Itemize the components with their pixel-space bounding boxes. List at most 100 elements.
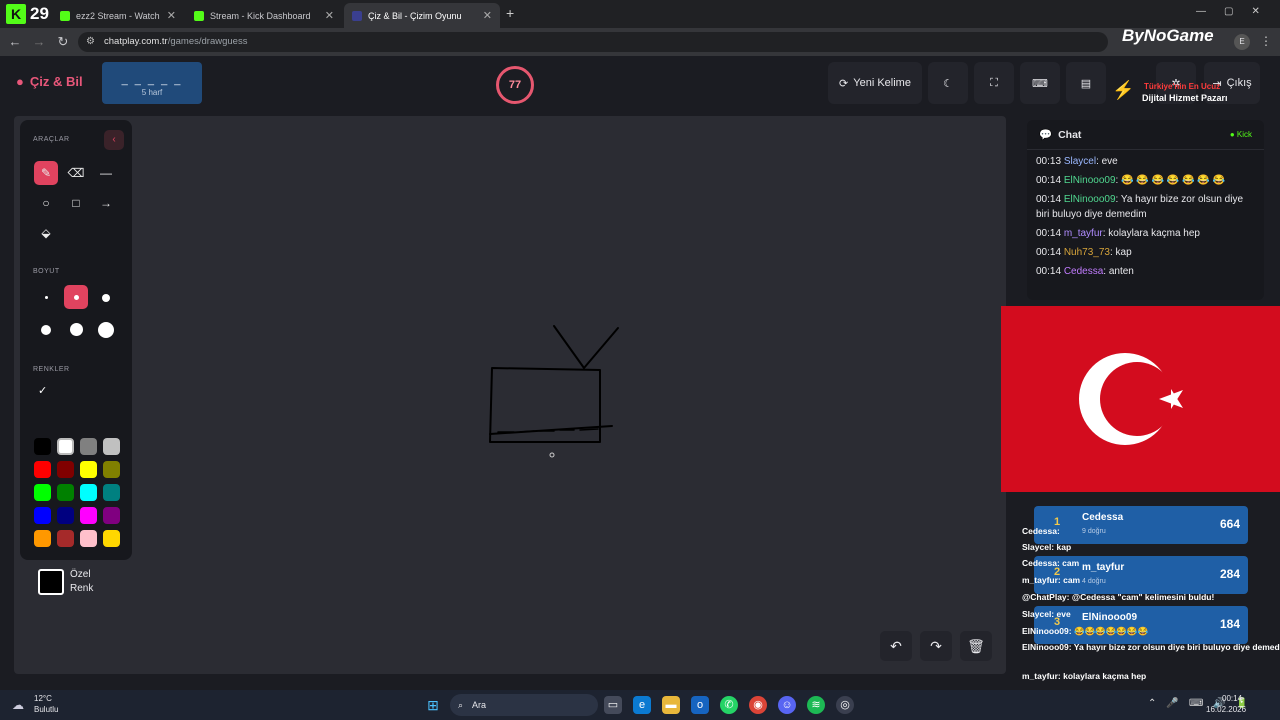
- message-user[interactable]: Nuh73_73: [1064, 247, 1110, 258]
- edge-icon[interactable]: e: [633, 696, 651, 714]
- keyboard-button[interactable]: ⌨: [1020, 62, 1060, 104]
- color-swatch[interactable]: [103, 507, 120, 524]
- discord-icon[interactable]: ☺: [778, 696, 796, 714]
- taskbar-search[interactable]: ⌕ Ara: [450, 694, 598, 716]
- fill-bucket-tool[interactable]: ⬙: [34, 221, 58, 245]
- weather-temp: 12°C: [34, 694, 52, 703]
- color-swatch[interactable]: [103, 484, 120, 501]
- back-icon[interactable]: ←: [6, 33, 24, 51]
- palette-icon: ●: [16, 74, 24, 89]
- tv-bottom-stroke: [489, 425, 613, 435]
- new-word-button[interactable]: ⟳ Yeni Kelime: [828, 62, 922, 104]
- theme-toggle-button[interactable]: ☾: [928, 62, 968, 104]
- close-tab-icon[interactable]: ✕: [483, 9, 492, 22]
- line-tool[interactable]: —: [94, 161, 118, 185]
- reload-icon[interactable]: ↻: [54, 33, 72, 51]
- size-1-button[interactable]: [34, 285, 58, 309]
- chat-message: 00:14 ElNinooo09: 😂 😂 😂 😂 😂 😂 😂: [1027, 173, 1264, 188]
- arrow-tool[interactable]: →: [94, 191, 118, 215]
- color-swatch[interactable]: [34, 484, 51, 501]
- chat-message-list: 00:13 Slaycel: eve 00:14 ElNinooo09: 😂 😂 …: [1027, 154, 1264, 279]
- color-swatch[interactable]: [80, 484, 97, 501]
- brush-tool[interactable]: ✎: [34, 161, 58, 185]
- url-field[interactable]: chatplay.com.tr/games/drawguess: [78, 32, 1108, 52]
- color-swatch[interactable]: [57, 530, 74, 547]
- tab-kick-dashboard[interactable]: Stream - Kick Dashboard ✕: [186, 3, 342, 28]
- color-swatch[interactable]: [80, 530, 97, 547]
- drawing-canvas[interactable]: [14, 116, 1006, 674]
- circle-tool[interactable]: ○: [34, 191, 58, 215]
- color-swatch[interactable]: [57, 507, 74, 524]
- color-swatch[interactable]: [34, 461, 51, 478]
- task-view-icon[interactable]: ▭: [604, 696, 622, 714]
- message-time: 00:13: [1036, 156, 1062, 167]
- app-logo[interactable]: ● Çiz & Bil: [16, 74, 83, 89]
- overlay-chat-line: Cedessa:: [1022, 526, 1060, 536]
- chrome-icon[interactable]: ◉: [749, 696, 767, 714]
- color-swatch[interactable]: [80, 461, 97, 478]
- browser-address-bar: ← → ↻ chatplay.com.tr/games/drawguess ⚙ …: [0, 26, 1280, 56]
- size-5-button[interactable]: [64, 317, 88, 341]
- overlay-chat-line: ElNinooo09: Ya hayır bize zor olsun diye…: [1022, 642, 1280, 652]
- clock-date: 16.02.2026: [1206, 705, 1247, 714]
- eraser-tool[interactable]: ⌫: [64, 161, 88, 185]
- message-user[interactable]: ElNinooo09: [1064, 194, 1116, 205]
- menu-icon[interactable]: ⋮: [1260, 34, 1272, 48]
- size-2-button[interactable]: [64, 285, 88, 309]
- player-score: 664: [1219, 517, 1240, 531]
- size-4-button[interactable]: [34, 317, 58, 341]
- close-tab-icon[interactable]: ✕: [325, 9, 334, 22]
- color-swatch[interactable]: [103, 530, 120, 547]
- window-controls[interactable]: —▢✕: [1196, 6, 1278, 17]
- promo-line-1: Türkiye'nin En Ucuz: [1144, 82, 1221, 91]
- windows-taskbar: ☁ 12°C Bulutlu ⊞ ⌕ Ara ▭ e ▬ o ✆ ◉ ☺ ≋ ◎…: [0, 690, 1280, 720]
- color-swatch[interactable]: [57, 461, 74, 478]
- clock-time: 00:14: [1222, 694, 1243, 703]
- color-swatch[interactable]: [103, 461, 120, 478]
- file-explorer-icon[interactable]: ▬: [662, 696, 680, 714]
- message-user[interactable]: Cedessa: [1064, 266, 1103, 277]
- message-text: : kap: [1109, 247, 1132, 258]
- rectangle-tool[interactable]: □: [64, 191, 88, 215]
- tab-stream-watch[interactable]: ezz2 Stream - Watch Live on ✕: [52, 3, 184, 28]
- site-info-icon[interactable]: ⚙: [86, 36, 95, 47]
- color-swatch[interactable]: [57, 438, 74, 455]
- whatsapp-icon[interactable]: ✆: [720, 696, 738, 714]
- message-user[interactable]: Slaycel: [1064, 156, 1096, 167]
- collapse-panel-button[interactable]: ‹: [104, 130, 124, 150]
- forward-icon[interactable]: →: [30, 33, 48, 51]
- archive-button[interactable]: ▤: [1066, 62, 1106, 104]
- close-tab-icon[interactable]: ✕: [167, 9, 176, 22]
- chat-message: 00:13 Slaycel: eve: [1027, 154, 1264, 169]
- size-3-button[interactable]: [94, 285, 118, 309]
- fullscreen-button[interactable]: ⛶: [974, 62, 1014, 104]
- size-6-button[interactable]: [94, 317, 118, 341]
- chat-panel: 💬 Chat ● Kick 00:13 Slaycel: eve 00:14 El…: [1027, 120, 1264, 300]
- color-swatch[interactable]: [57, 484, 74, 501]
- lightning-icon: ⚡: [1112, 80, 1135, 100]
- start-button[interactable]: ⊞: [424, 696, 442, 714]
- color-swatch[interactable]: [103, 438, 120, 455]
- spotify-icon[interactable]: ≋: [807, 696, 825, 714]
- overlay-chat-line: Slaycel: eve: [1022, 609, 1071, 619]
- tab-label: Stream - Kick Dashboard: [210, 10, 311, 21]
- redo-button[interactable]: ↷: [920, 631, 952, 661]
- new-tab-button[interactable]: +: [506, 5, 514, 21]
- color-swatch[interactable]: [34, 438, 51, 455]
- message-user[interactable]: ElNinooo09: [1064, 175, 1116, 186]
- app-icon[interactable]: ◎: [836, 696, 854, 714]
- color-swatch[interactable]: [80, 438, 97, 455]
- tab-ciz-bil[interactable]: Çiz & Bil - Çizim Oyunu ✕: [344, 3, 500, 28]
- color-swatch[interactable]: [34, 530, 51, 547]
- profile-avatar[interactable]: E: [1234, 34, 1250, 50]
- message-user[interactable]: m_tayfur: [1064, 228, 1103, 239]
- custom-color-button[interactable]: Özel Renk: [38, 568, 110, 596]
- message-time: 00:14: [1036, 266, 1062, 277]
- color-swatch[interactable]: [80, 507, 97, 524]
- undo-button[interactable]: ↶: [880, 631, 912, 661]
- color-swatch[interactable]: [34, 507, 51, 524]
- outlook-icon[interactable]: o: [691, 696, 709, 714]
- overlay-chat-line: m_tayfur: cam: [1022, 575, 1081, 585]
- clear-canvas-button[interactable]: 🗑: [960, 631, 992, 661]
- message-time: 00:14: [1036, 194, 1062, 205]
